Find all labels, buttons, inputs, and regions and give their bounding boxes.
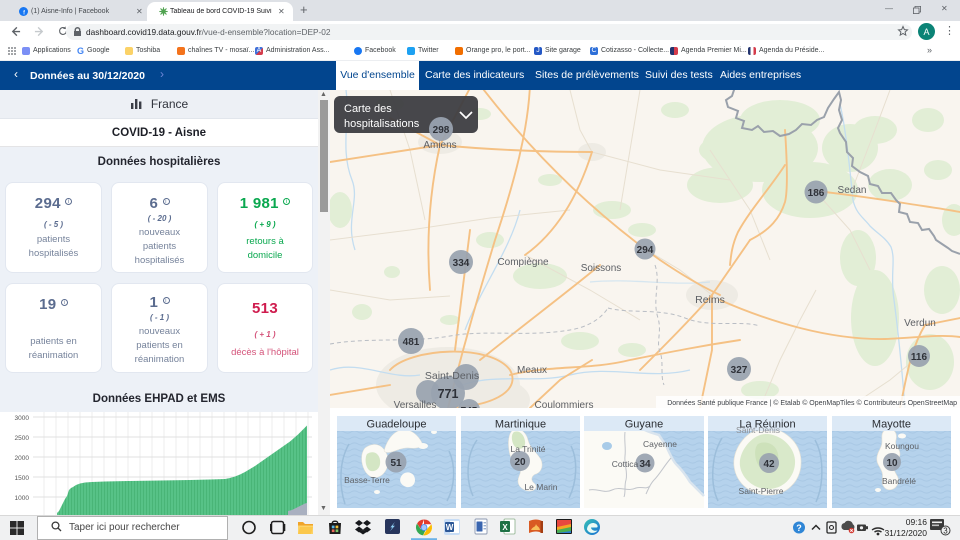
svg-text:Mayotte: Mayotte (872, 419, 911, 431)
svg-text:Guadeloupe: Guadeloupe (367, 419, 427, 431)
svg-text:298: 298 (433, 125, 450, 136)
svg-text:51: 51 (390, 458, 402, 469)
svg-text:Cayenne: Cayenne (643, 439, 677, 449)
svg-text:186: 186 (808, 188, 825, 199)
svg-text:34: 34 (639, 459, 651, 470)
svg-text:La Réunion: La Réunion (739, 419, 795, 431)
svg-text:Sedan: Sedan (838, 185, 867, 196)
svg-text:Carte des: Carte des (344, 103, 392, 115)
svg-text:10: 10 (886, 458, 898, 469)
svg-text:f: f (23, 9, 25, 16)
svg-text:Saint-Denis: Saint-Denis (425, 370, 479, 382)
svg-text:Basse-Terre: Basse-Terre (344, 475, 390, 485)
svg-text:Verdun: Verdun (904, 318, 936, 329)
svg-text:Koungou: Koungou (885, 441, 919, 451)
svg-text:1000: 1000 (15, 495, 30, 502)
svg-text:Martinique: Martinique (495, 419, 546, 431)
svg-text:Coulommiers: Coulommiers (535, 400, 594, 408)
svg-text:481: 481 (403, 337, 420, 348)
svg-text:Amiens: Amiens (423, 140, 456, 151)
svg-text:42: 42 (763, 459, 775, 470)
svg-text:La Trinité: La Trinité (511, 444, 546, 454)
svg-text:A: A (923, 27, 929, 37)
svg-text:X: X (502, 523, 508, 532)
svg-text:Meaux: Meaux (517, 365, 547, 376)
svg-text:3: 3 (943, 527, 948, 536)
svg-text:?: ? (796, 523, 802, 533)
svg-text:2500: 2500 (15, 435, 30, 442)
svg-text:116: 116 (911, 352, 928, 363)
svg-text:3000: 3000 (15, 415, 30, 422)
svg-text:Saint-Pierre: Saint-Pierre (739, 486, 784, 496)
svg-text:Cottica: Cottica (612, 459, 639, 469)
svg-text:Versailles: Versailles (394, 400, 437, 408)
svg-text:Soissons: Soissons (581, 263, 622, 274)
svg-text:Reims: Reims (695, 294, 725, 306)
svg-text:334: 334 (453, 258, 470, 269)
svg-text:Guyane: Guyane (625, 419, 664, 431)
svg-text:1500: 1500 (15, 475, 30, 482)
svg-text:Le Marin: Le Marin (524, 482, 557, 492)
svg-text:hospitalisations: hospitalisations (344, 118, 420, 130)
svg-text:W: W (446, 523, 454, 532)
svg-text:2000: 2000 (15, 455, 30, 462)
svg-text:294: 294 (637, 245, 654, 256)
svg-text:327: 327 (731, 365, 748, 376)
svg-text:Données Santé publique France: Données Santé publique France | © Etalab… (667, 399, 957, 407)
svg-text:Compiègne: Compiègne (497, 257, 549, 268)
svg-text:20: 20 (514, 457, 526, 468)
svg-text:Bandrélé: Bandrélé (882, 476, 916, 486)
svg-text:771: 771 (438, 387, 459, 401)
